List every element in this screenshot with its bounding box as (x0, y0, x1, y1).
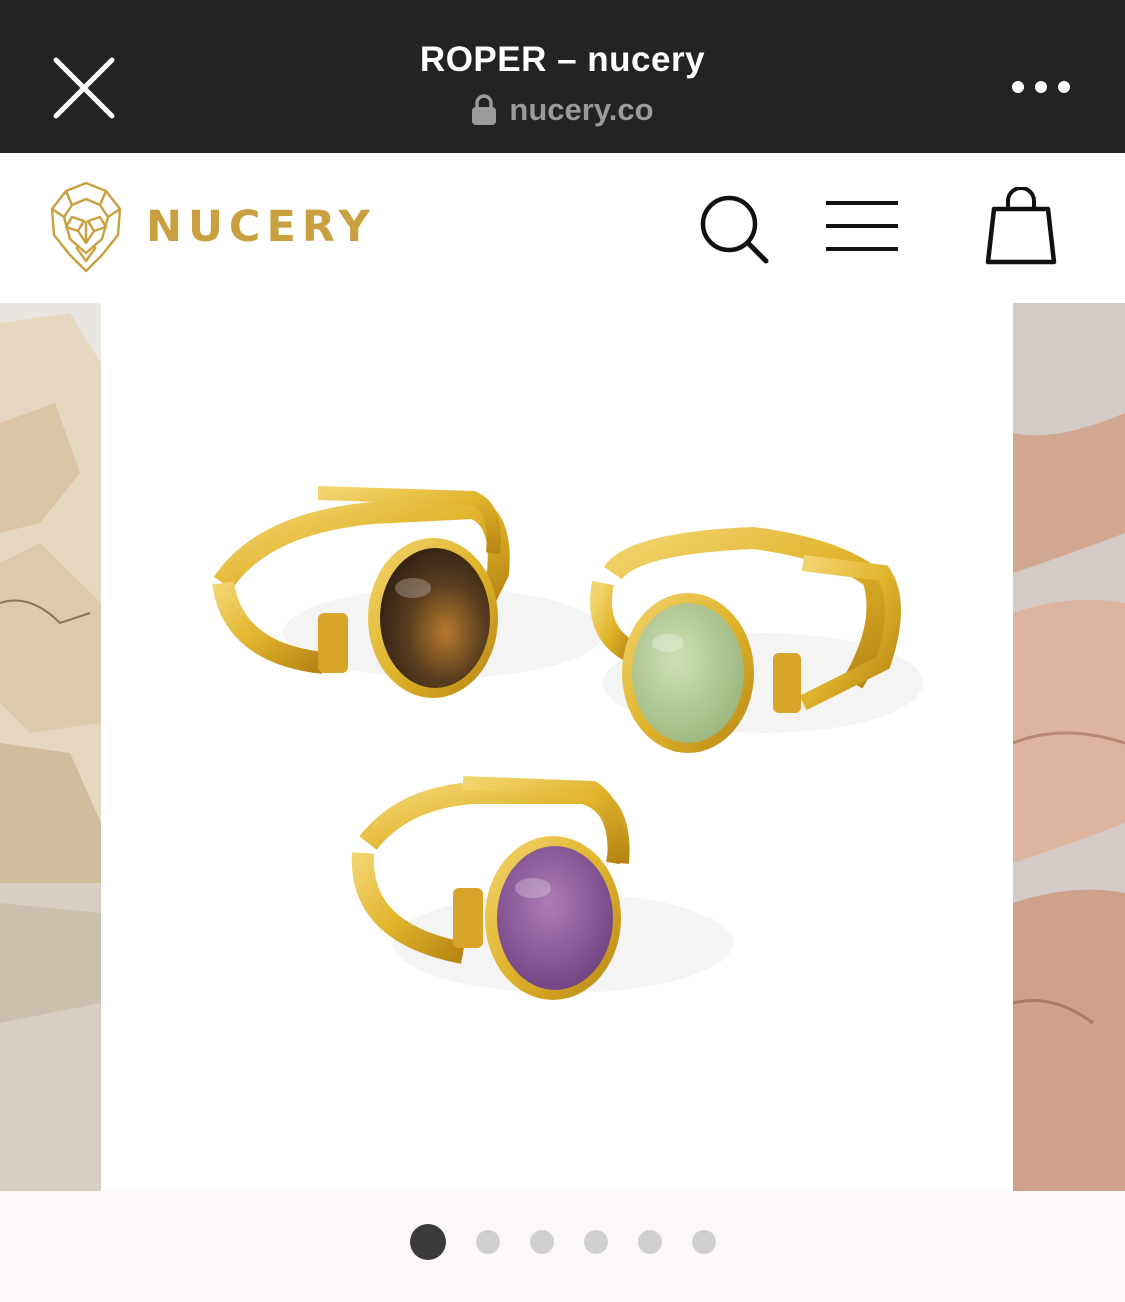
more-options-button[interactable] (1012, 76, 1070, 98)
brand-logo[interactable]: NUCERY (48, 181, 376, 273)
gallery-pagination (0, 1191, 1125, 1302)
site-header: NUCERY (0, 153, 1125, 303)
shopping-bag-icon (985, 186, 1057, 265)
menu-button[interactable] (824, 199, 900, 257)
product-gallery[interactable] (0, 303, 1125, 1191)
search-icon (700, 195, 769, 264)
next-slide-image[interactable] (1013, 303, 1125, 1191)
menu-icon (826, 201, 898, 251)
pagination-dot[interactable] (530, 1230, 554, 1254)
product-image-rings[interactable] (113, 303, 1001, 1191)
pagination-dot[interactable] (638, 1230, 662, 1254)
search-button[interactable] (698, 193, 770, 265)
more-dot (1035, 81, 1047, 93)
lock-icon (472, 94, 497, 125)
brand-name: NUCERY (146, 202, 376, 252)
browser-bar: ROPER – nucery nucery.co (0, 0, 1125, 153)
pagination-dot[interactable] (584, 1230, 608, 1254)
cart-button[interactable] (984, 186, 1058, 267)
more-dot (1058, 81, 1070, 93)
url-display[interactable]: nucery.co (0, 92, 1125, 128)
lion-logo-icon (50, 181, 122, 273)
pagination-dot[interactable] (692, 1230, 716, 1254)
more-dot (1012, 81, 1024, 93)
previous-slide-image[interactable] (0, 303, 101, 1191)
pagination-dot-active[interactable] (410, 1224, 446, 1260)
page-title: ROPER – nucery (419, 40, 706, 79)
pagination-dot[interactable] (476, 1230, 500, 1254)
url-text: nucery.co (509, 92, 654, 127)
